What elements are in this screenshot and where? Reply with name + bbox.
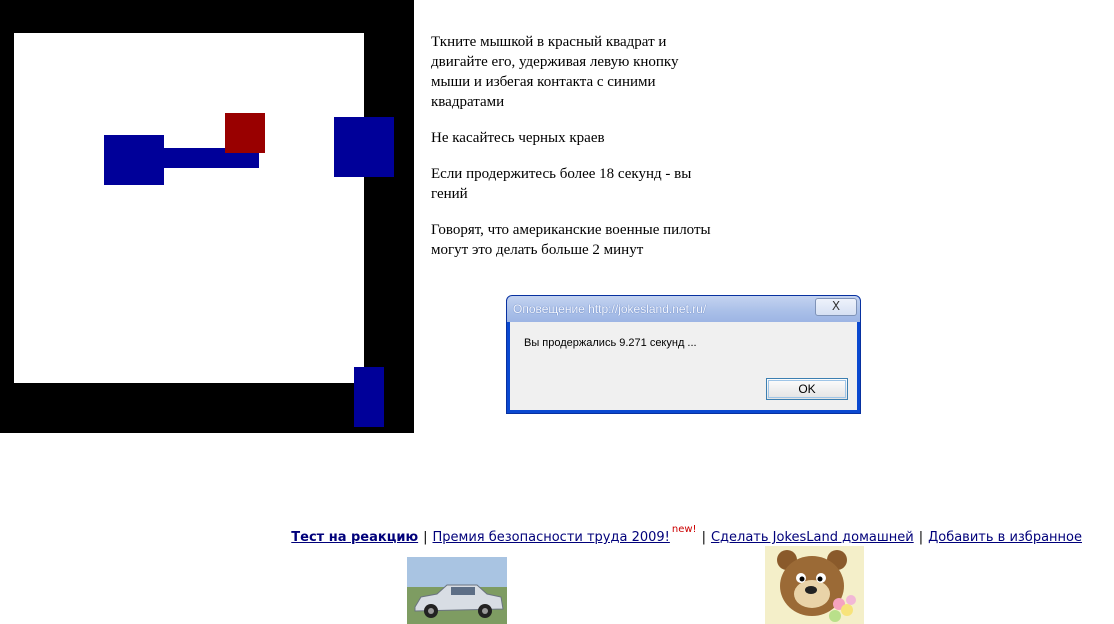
link-safety-award[interactable]: Премия безопасности труда 2009!: [433, 530, 670, 545]
fact-text: Говорят, что американские военные пилоты…: [431, 222, 711, 258]
ok-button[interactable]: OK: [766, 378, 848, 400]
bear-thumbnail[interactable]: [765, 546, 864, 624]
footer-links: Тест на реакцию | Премия безопасности труд…: [291, 524, 1082, 545]
game-field: [14, 33, 364, 383]
alert-titlebar[interactable]: Оповещение http://jokesland.net.ru/ X: [507, 296, 860, 322]
alert-title: Оповещение http://jokesland.net.ru/: [513, 302, 707, 316]
alert-dialog: Оповещение http://jokesland.net.ru/ X Вы…: [506, 295, 861, 414]
car-thumbnail[interactable]: [407, 557, 507, 624]
instructions: Ткните мышкой в красный квадрат и двигай…: [431, 32, 721, 276]
close-button[interactable]: X: [815, 298, 857, 316]
new-badge: new!: [671, 524, 697, 535]
goal-text: Если продержитесь более 18 секунд - вы г…: [431, 166, 692, 202]
separator: |: [701, 530, 706, 545]
link-reaction-test[interactable]: Тест на реакцию: [291, 530, 418, 545]
blue-square-1: [104, 135, 164, 185]
game-board: [0, 0, 414, 433]
alert-message: Вы продержались 9.271 секунд ...: [524, 337, 697, 349]
separator: |: [918, 530, 924, 545]
red-square-player[interactable]: [225, 113, 265, 153]
blue-square-2: [334, 117, 394, 177]
link-make-homepage[interactable]: Сделать JokesLand домашней: [711, 530, 914, 545]
separator: |: [423, 530, 428, 545]
blue-square-3: [354, 367, 384, 427]
instruction-text: Ткните мышкой в красный квадрат и двигай…: [431, 34, 679, 110]
link-add-favorites[interactable]: Добавить в избранное: [928, 530, 1082, 545]
alert-body: Вы продержались 9.271 секунд ... OK: [510, 322, 857, 410]
warning-text: Не касайтесь черных краев: [431, 130, 605, 146]
